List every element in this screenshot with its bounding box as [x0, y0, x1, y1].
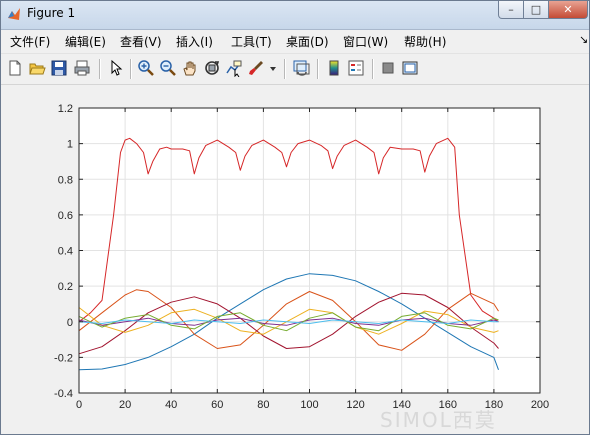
menu-tools[interactable]: 工具(T)	[231, 33, 272, 50]
zoom-in-icon[interactable]	[137, 59, 155, 77]
y-tick-label: -0.2	[54, 352, 73, 364]
maximize-button[interactable]: □	[523, 1, 549, 19]
maximize-icon: □	[530, 3, 542, 16]
show-plot-tools-icon[interactable]	[401, 59, 419, 77]
x-tick-label: 100	[300, 399, 318, 411]
x-tick-label: 0	[76, 399, 82, 411]
x-tick-label: 200	[531, 399, 549, 411]
toolbar-separator	[317, 59, 319, 79]
x-tick-label: 20	[119, 399, 131, 411]
title-bar[interactable]: Figure 1 – □ ✕	[1, 1, 589, 30]
menu-window[interactable]: 窗口(W)	[343, 33, 388, 50]
x-tick-label: 120	[346, 399, 364, 411]
print-icon[interactable]	[73, 59, 91, 77]
data-cursor-icon[interactable]	[225, 59, 243, 77]
toolbar	[1, 53, 589, 85]
menu-desktop[interactable]: 桌面(D)	[286, 33, 329, 50]
toolbar-separator	[99, 59, 101, 79]
toolbar-separator	[284, 59, 286, 79]
legend-icon[interactable]	[347, 59, 365, 77]
menu-help[interactable]: 帮助(H)	[404, 33, 446, 50]
window-title: Figure 1	[27, 6, 76, 20]
save-icon[interactable]	[50, 59, 68, 77]
x-tick-label: 60	[211, 399, 223, 411]
y-tick-label: 1.2	[58, 103, 73, 115]
colorbar-icon[interactable]	[325, 59, 343, 77]
matlab-icon	[8, 8, 20, 20]
y-tick-label: 0.6	[58, 210, 73, 222]
watermark-text: SIMOL西莫	[380, 408, 497, 432]
x-tick-label: 80	[257, 399, 269, 411]
x-tick-label: 40	[165, 399, 177, 411]
pointer-icon[interactable]	[107, 59, 125, 77]
line-chart[interactable]: 0 20 40 60 80 100 120 140 160 180 200-0.4-0.200.20…	[0, 84, 588, 433]
hide-plot-tools-icon[interactable]	[379, 59, 397, 77]
link-plot-icon[interactable]	[292, 59, 310, 77]
pan-hand-icon[interactable]	[181, 59, 199, 77]
menu-file[interactable]: 文件(F)	[10, 33, 50, 50]
y-tick-label: 0	[67, 317, 73, 329]
y-tick-label: 0.8	[58, 174, 73, 186]
brush-dropdown-icon[interactable]	[269, 59, 277, 77]
open-folder-icon[interactable]	[28, 59, 46, 77]
menu-dock-arrow-icon[interactable]: ↘	[579, 33, 588, 46]
minimize-icon: –	[508, 3, 514, 16]
menu-insert[interactable]: 插入(I)	[176, 33, 213, 50]
toolbar-separator	[372, 59, 374, 79]
toolbar-separator	[130, 59, 132, 79]
new-file-icon[interactable]	[6, 59, 24, 77]
rotate-3d-icon[interactable]	[203, 59, 221, 77]
y-tick-label: 0.4	[58, 246, 73, 258]
brush-icon[interactable]	[247, 59, 265, 77]
menu-bar: 文件(F) 编辑(E) 查看(V) 插入(I) 工具(T) 桌面(D) 窗口(W…	[1, 30, 589, 52]
zoom-out-icon[interactable]	[159, 59, 177, 77]
minimize-button[interactable]: –	[498, 1, 524, 19]
menu-edit[interactable]: 编辑(E)	[65, 33, 106, 50]
close-icon: ✕	[563, 3, 573, 16]
y-tick-label: 1	[67, 139, 73, 151]
close-button[interactable]: ✕	[548, 1, 588, 19]
menu-view[interactable]: 查看(V)	[120, 33, 162, 50]
y-tick-label: 0.2	[58, 281, 73, 293]
y-tick-label: -0.4	[54, 388, 73, 400]
